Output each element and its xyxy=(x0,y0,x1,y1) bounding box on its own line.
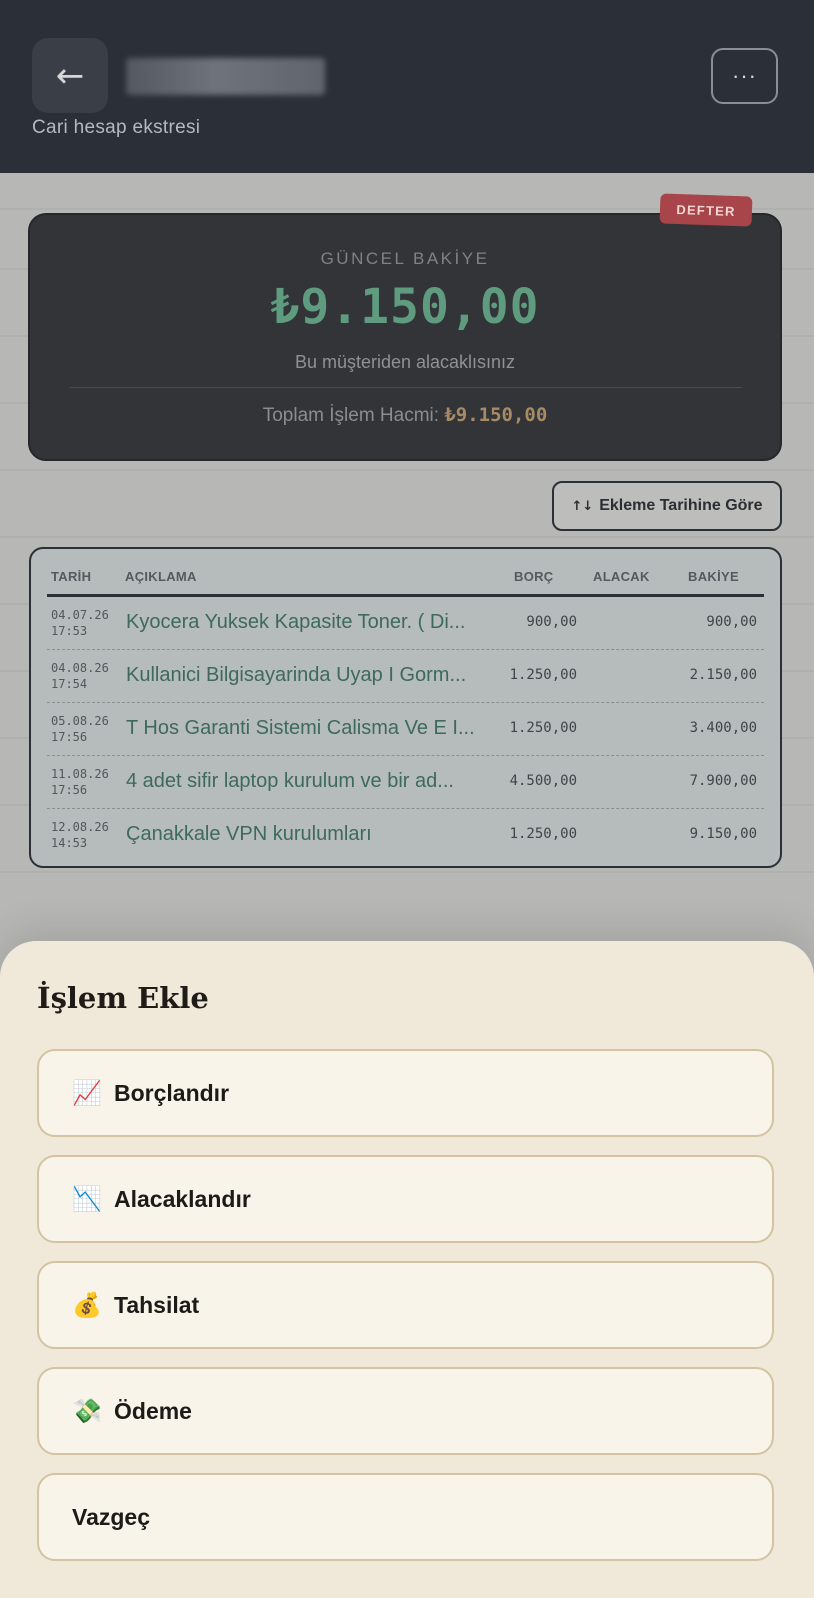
table-row[interactable]: 12.08.26 14:53 Çanakkale VPN kurulumları … xyxy=(47,809,764,862)
action-label: Borçlandır xyxy=(114,1079,230,1106)
chart-increasing-icon: 📈 xyxy=(72,1079,102,1107)
row-description: Kullanici Bilgisayarinda Uyap I Gorm... xyxy=(126,664,467,686)
row-description: Çanakkale VPN kurulumları xyxy=(126,823,372,845)
row-description: T Hos Garanti Sistemi Calisma Ve E I... xyxy=(126,717,475,739)
table-row[interactable]: 05.08.26 17:56 T Hos Garanti Sistemi Cali… xyxy=(47,703,764,756)
transaction-volume: Toplam İşlem Hacmi: ₺9.150,00 xyxy=(30,404,780,427)
sheet-title: İşlem Ekle xyxy=(37,981,209,1015)
page-subtitle: Cari hesap ekstresi xyxy=(32,117,201,138)
customer-name-redacted xyxy=(126,58,325,95)
row-debit: 4.500,00 xyxy=(509,773,577,789)
col-header-description: AÇIKLAMA xyxy=(125,569,197,584)
action-label: Vazgeç xyxy=(72,1503,150,1530)
collection-button[interactable]: 💰 Tahsilat xyxy=(37,1261,774,1349)
table-row[interactable]: 04.08.26 17:54 Kullanici Bilgisayarinda U… xyxy=(47,650,764,703)
sort-by-added-date-button[interactable]: ↑↓ Ekleme Tarihine Göre xyxy=(552,481,782,531)
row-date: 04.07.26 17:53 xyxy=(51,608,109,638)
row-debit: 900,00 xyxy=(526,614,577,630)
add-transaction-sheet: İşlem Ekle 📈 Borçlandır 📉 Alacaklandır 💰… xyxy=(0,941,814,1598)
row-debit: 1.250,00 xyxy=(509,720,577,736)
back-button[interactable]: ← xyxy=(32,38,108,113)
money-wings-icon: 💸 xyxy=(72,1397,102,1425)
row-date: 04.08.26 17:54 xyxy=(51,661,109,691)
row-balance: 2.150,00 xyxy=(689,667,757,683)
ledger-badge: DEFTER xyxy=(659,193,753,227)
row-balance: 7.900,00 xyxy=(689,773,757,789)
sort-label: Ekleme Tarihine Göre xyxy=(599,497,763,514)
balance-description: Bu müşteriden alacaklısınız xyxy=(294,352,516,372)
app-header: ← Cari hesap ekstresi ··· xyxy=(0,0,814,173)
col-header-date: TARİH xyxy=(51,569,92,584)
row-description: Kyocera Yuksek Kapasite Toner. ( Di... xyxy=(126,611,466,633)
row-balance: 3.400,00 xyxy=(689,720,757,736)
cancel-button[interactable]: Vazgeç xyxy=(37,1473,774,1561)
sort-arrows-icon: ↑↓ xyxy=(571,498,594,514)
money-bag-icon: 💰 xyxy=(72,1291,102,1319)
balance-card: GÜNCEL BAKİYE ₺9.150,00 Bu müşteriden al… xyxy=(28,213,782,461)
transactions-table: TARİH AÇIKLAMA BORÇ ALACAK BAKİYE 04.07.… xyxy=(29,547,782,868)
action-label: Tahsilat xyxy=(114,1291,200,1318)
row-date: 05.08.26 17:56 xyxy=(51,714,109,744)
debit-button[interactable]: 📈 Borçlandır xyxy=(37,1049,774,1137)
col-header-balance: BAKİYE xyxy=(688,569,739,584)
volume-label: Toplam İşlem Hacmi: xyxy=(262,405,445,426)
action-label: Alacaklandır xyxy=(114,1185,251,1212)
row-balance: 9.150,00 xyxy=(689,826,757,842)
chart-decreasing-icon: 📉 xyxy=(72,1185,102,1213)
credit-button[interactable]: 📉 Alacaklandır xyxy=(37,1155,774,1243)
col-header-debit: BORÇ xyxy=(514,569,554,584)
volume-value: ₺9.150,00 xyxy=(444,404,548,426)
arrow-left-icon: ← xyxy=(55,55,85,96)
balance-label: GÜNCEL BAKİYE xyxy=(320,249,490,268)
table-row[interactable]: 04.07.26 17:53 Kyocera Yuksek Kapasite To… xyxy=(47,597,764,650)
row-debit: 1.250,00 xyxy=(509,667,577,683)
balance-divider xyxy=(70,387,742,388)
payment-button[interactable]: 💸 Ödeme xyxy=(37,1367,774,1455)
row-date: 12.08.26 14:53 xyxy=(51,820,109,850)
more-dots-icon: ··· xyxy=(732,63,757,88)
row-date: 11.08.26 17:56 xyxy=(51,767,109,797)
row-debit: 1.250,00 xyxy=(509,826,577,842)
col-header-credit: ALACAK xyxy=(593,569,650,584)
row-balance: 900,00 xyxy=(706,614,757,630)
row-description: 4 adet sifir laptop kurulum ve bir ad... xyxy=(126,770,454,792)
table-row[interactable]: 11.08.26 17:56 4 adet sifir laptop kurulu… xyxy=(47,756,764,809)
action-label: Ödeme xyxy=(114,1397,192,1424)
balance-amount: ₺9.150,00 xyxy=(270,279,540,335)
more-options-button[interactable]: ··· xyxy=(711,48,778,104)
